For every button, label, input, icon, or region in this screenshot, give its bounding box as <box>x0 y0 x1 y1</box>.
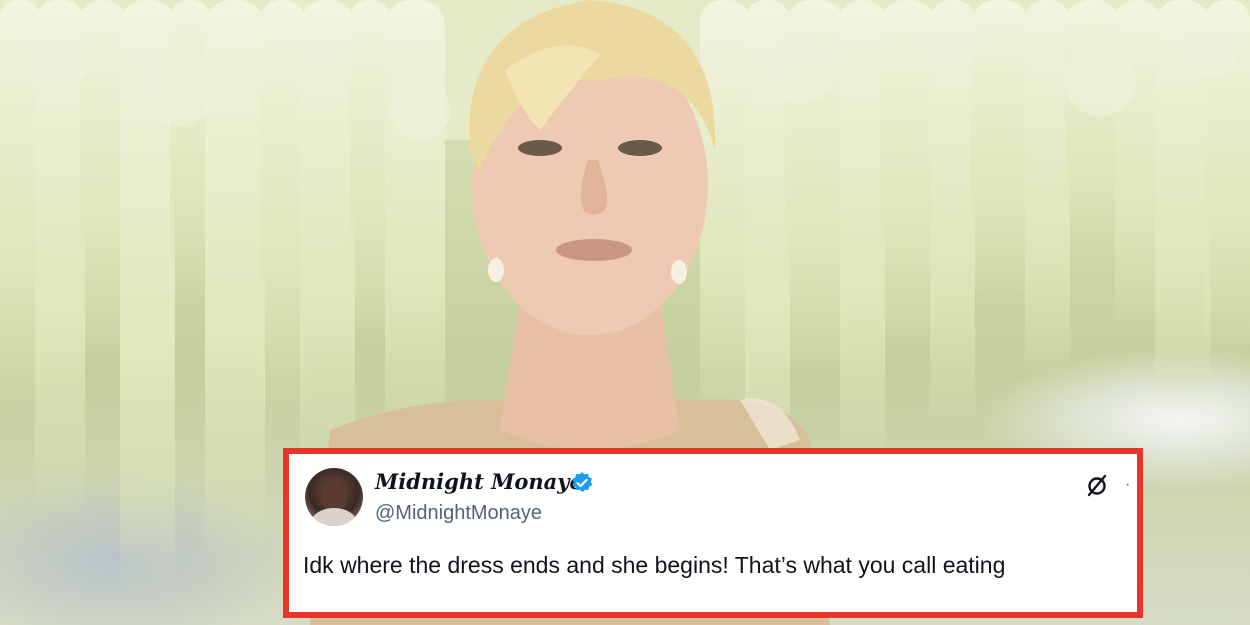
display-name[interactable]: Midnight Monaye <box>375 469 583 494</box>
handle[interactable]: @MidnightMonaye <box>375 502 542 525</box>
tweet-card[interactable]: Midnight Monaye @MidnightMonaye · Idk wh… <box>283 448 1143 618</box>
tweet-text: Idk where the dress ends and she begins!… <box>303 552 1006 578</box>
avatar-body <box>311 508 357 526</box>
verified-badge-icon <box>572 472 593 493</box>
more-options-icon[interactable]: · <box>1125 476 1130 494</box>
x-logo-icon[interactable] <box>1085 473 1109 497</box>
avatar[interactable] <box>305 468 363 526</box>
